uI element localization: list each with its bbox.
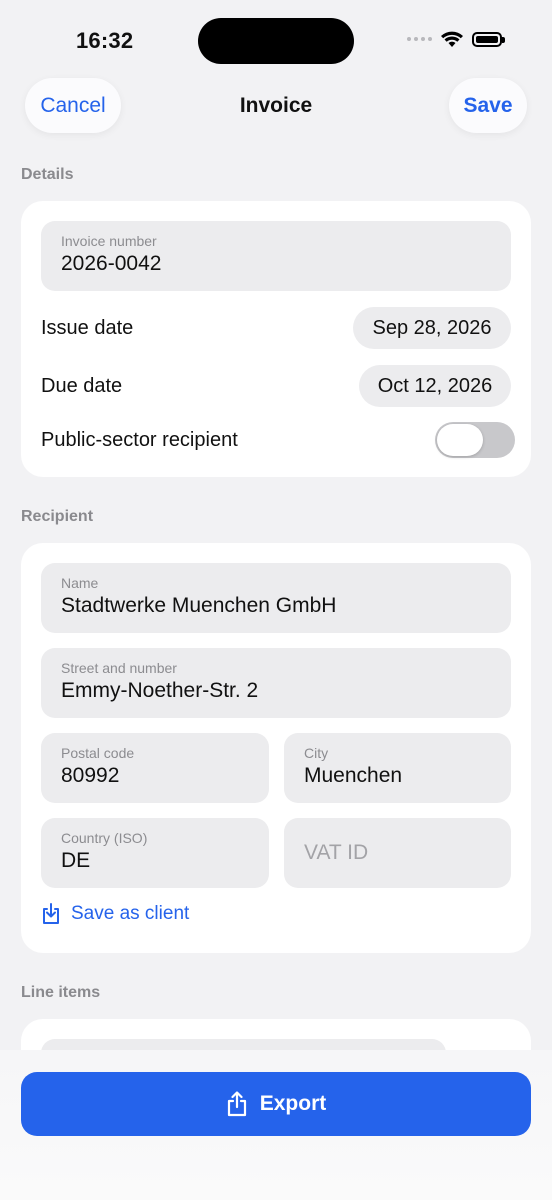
details-card: Invoice number 2026-0042 Issue date Sep … — [21, 201, 531, 477]
battery-icon — [472, 31, 505, 47]
save-button[interactable]: Save — [449, 78, 527, 133]
public-sector-label: Public-sector recipient — [41, 429, 238, 451]
city-field[interactable]: City Muenchen — [284, 733, 511, 803]
country-value: DE — [61, 849, 91, 872]
dynamic-island — [198, 18, 354, 64]
export-label: Export — [259, 1092, 327, 1115]
save-as-client-label: Save as client — [71, 903, 190, 924]
postal-code-value: 80992 — [61, 764, 120, 787]
details-section-label: Details — [21, 166, 74, 183]
recipient-card: Name Stadtwerke Muenchen GmbH Street and… — [21, 543, 531, 953]
issue-date-label: Issue date — [41, 317, 134, 339]
public-sector-toggle[interactable] — [435, 422, 515, 458]
recipient-name-field[interactable]: Name Stadtwerke Muenchen GmbH — [41, 563, 511, 633]
cellular-signal-icon — [407, 37, 432, 41]
due-date-label: Due date — [41, 375, 123, 397]
country-field[interactable]: Country (ISO) DE — [41, 818, 269, 888]
status-time: 16:32 — [76, 28, 134, 53]
status-icons — [407, 30, 505, 48]
name-value: Stadtwerke Muenchen GmbH — [61, 594, 337, 617]
wifi-icon — [441, 31, 463, 47]
street-value: Emmy-Noether-Str. 2 — [61, 679, 259, 702]
invoice-number-value: 2026-0042 — [61, 252, 162, 275]
line-items-section-label: Line items — [21, 984, 101, 1001]
street-field[interactable]: Street and number Emmy-Noether-Str. 2 — [41, 648, 511, 718]
share-icon — [227, 1091, 246, 1117]
city-label: City — [304, 745, 329, 761]
invoice-number-label: Invoice number — [61, 233, 157, 249]
country-label: Country (ISO) — [61, 830, 148, 846]
name-label: Name — [61, 575, 99, 591]
download-tray-icon — [43, 903, 59, 924]
status-bar: 16:32 — [0, 0, 552, 80]
toggle-knob — [437, 424, 483, 456]
street-label: Street and number — [61, 660, 177, 676]
export-button[interactable]: Export — [21, 1072, 531, 1136]
invoice-number-field[interactable]: Invoice number 2026-0042 — [41, 221, 511, 291]
vat-id-placeholder: VAT ID — [304, 841, 369, 864]
save-as-client-button[interactable]: Save as client — [41, 903, 189, 925]
vat-id-field[interactable]: VAT ID — [284, 818, 511, 888]
postal-code-label: Postal code — [61, 745, 135, 761]
postal-code-field[interactable]: Postal code 80992 — [41, 733, 269, 803]
recipient-section-label: Recipient — [21, 508, 94, 525]
due-date-picker[interactable]: Oct 12, 2026 — [359, 365, 511, 407]
city-value: Muenchen — [304, 764, 403, 787]
issue-date-picker[interactable]: Sep 28, 2026 — [353, 307, 511, 349]
